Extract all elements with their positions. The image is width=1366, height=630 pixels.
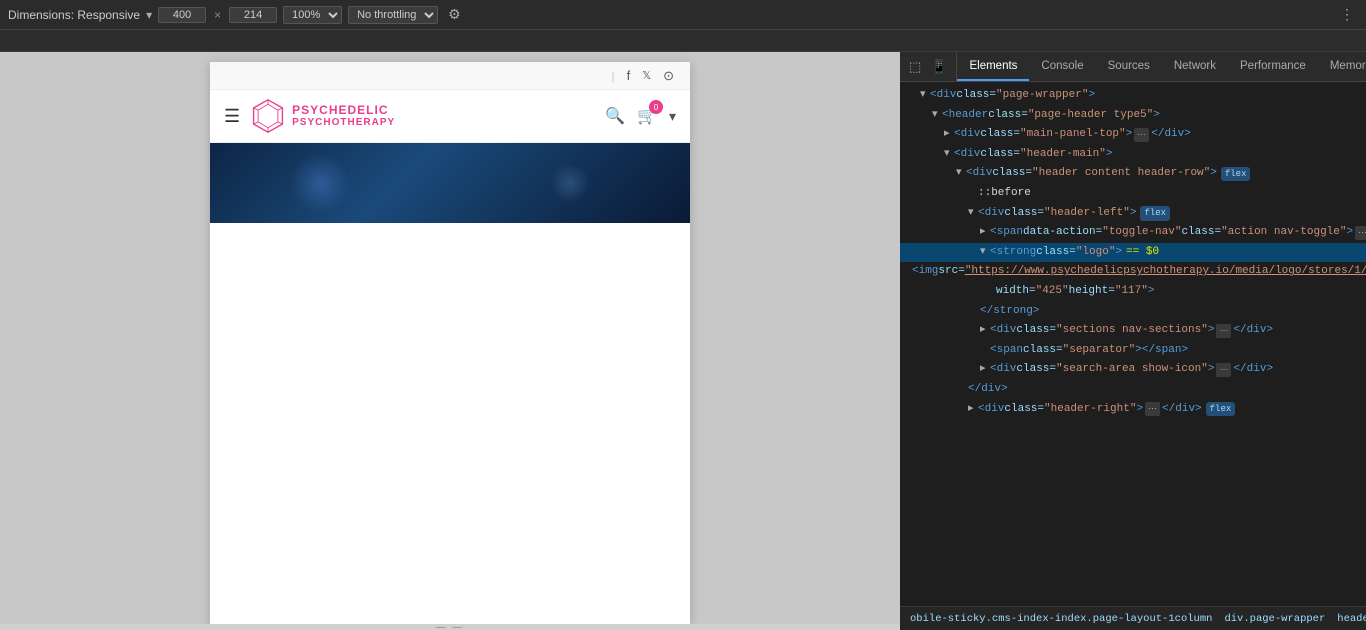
throttle-select[interactable]: No throttling (348, 6, 438, 24)
breadcrumb-item[interactable]: div.page-wrapper (1222, 613, 1327, 625)
chevron-down-icon[interactable]: ▾ (146, 8, 152, 22)
site-header: ☰ P (210, 90, 690, 143)
twitter-icon[interactable]: 𝕏 (642, 69, 651, 82)
dom-line[interactable]: ▸ <div class="search-area show-icon"> ⋯ … (900, 360, 1366, 380)
main-layout: | f 𝕏 ⊙ ☰ (0, 52, 1366, 630)
dom-line[interactable]: </strong> (900, 302, 1366, 322)
dom-line[interactable]: ▸ <div class="sections nav-sections"> ⋯ … (900, 321, 1366, 341)
tab-network[interactable]: Network (1162, 52, 1228, 81)
site-frame: | f 𝕏 ⊙ ☰ (210, 62, 690, 624)
responsive-toolbar: Dimensions: Responsive ▾ × 100% 75% 50% … (0, 0, 1366, 30)
dimension-cross: × (214, 8, 221, 22)
dom-line[interactable]: ▸ <div class="header-right"> ⋯ </div> fl… (900, 400, 1366, 420)
resize-dots: — — (436, 622, 465, 630)
tab-elements[interactable]: Elements (957, 52, 1029, 81)
devtools-panel: ⬚ 📱 Elements Console Sources Network Per… (900, 52, 1366, 630)
separator: | (611, 69, 614, 83)
zoom-select[interactable]: 100% 75% 50% (283, 6, 342, 24)
facebook-icon[interactable]: f (627, 68, 631, 83)
dom-line[interactable]: ▾ <div class="page-wrapper"> (900, 86, 1366, 106)
ruler (0, 30, 1366, 52)
site-topbar: | f 𝕏 ⊙ (210, 62, 690, 90)
logo-icon (250, 98, 286, 134)
tab-performance[interactable]: Performance (1228, 52, 1318, 81)
search-icon[interactable]: 🔍 (605, 106, 625, 126)
site-hero (210, 143, 690, 223)
dom-line[interactable]: <img src="https://www.psychedelicpsychot… (900, 262, 1366, 282)
dom-line[interactable]: ::before (900, 184, 1366, 204)
tab-memory[interactable]: Memory (1318, 52, 1366, 81)
preview-pane: | f 𝕏 ⊙ ☰ (0, 52, 900, 630)
dom-line[interactable]: <span class="separator"></span> (900, 341, 1366, 361)
device-toggle-icon[interactable]: 📱 (928, 57, 950, 77)
height-input[interactable] (229, 7, 277, 23)
dom-line[interactable]: width="425" height="117"> (900, 282, 1366, 302)
breadcrumb-item[interactable]: header.page-header.type5 (1335, 613, 1366, 625)
site-header-icons: 🔍 🛒 0 ▾ (605, 106, 676, 126)
expand-icon[interactable]: ▾ (669, 108, 676, 125)
instagram-icon[interactable]: ⊙ (663, 68, 674, 84)
hamburger-icon[interactable]: ☰ (224, 106, 240, 127)
width-input[interactable] (158, 7, 206, 23)
site-logo-area: PSYCHEDELIC PSYCHOTHERAPY (250, 98, 595, 134)
network-conditions-icon[interactable]: ⚙ (444, 4, 465, 25)
devtools-left-icons: ⬚ 📱 (900, 52, 957, 81)
cart-badge: 0 (649, 100, 663, 114)
dom-breadcrumb: obile-sticky.cms-index-index.page-layout… (900, 606, 1366, 630)
breadcrumb-item[interactable]: obile-sticky.cms-index-index.page-layout… (908, 613, 1214, 625)
site-frame-container: | f 𝕏 ⊙ ☰ (0, 52, 900, 624)
dom-line[interactable]: ▾ <header class="page-header type5"> (900, 106, 1366, 126)
dom-line[interactable]: ▾ <div class="header content header-row"… (900, 164, 1366, 184)
dom-line[interactable]: ▾ <div class="header-main"> (900, 145, 1366, 165)
resize-handle[interactable]: — — (0, 624, 900, 630)
dimensions-label: Dimensions: Responsive (8, 8, 140, 22)
dom-line[interactable]: ▾ <div class="header-left"> flex (900, 204, 1366, 224)
inspect-element-icon[interactable]: ⬚ (906, 57, 924, 77)
devtools-tabs: ⬚ 📱 Elements Console Sources Network Per… (900, 52, 1366, 82)
dom-line[interactable]: ▸ <div class="main-panel-top"> ⋯ </div> (900, 125, 1366, 145)
more-options-icon[interactable]: ⋮ (1336, 4, 1358, 25)
dom-panel[interactable]: ▾ <div class="page-wrapper"> ▾ <header c… (900, 82, 1366, 606)
cart-button[interactable]: 🛒 0 (637, 106, 657, 126)
tab-console[interactable]: Console (1029, 52, 1095, 81)
site-logo-text: PSYCHEDELIC PSYCHOTHERAPY (292, 104, 395, 128)
devtools-main: ▾ <div class="page-wrapper"> ▾ <header c… (900, 82, 1366, 606)
brand-name-line1: PSYCHEDELIC (292, 104, 395, 117)
dom-line-selected[interactable]: ▾ <strong class="logo"> == $0 (900, 243, 1366, 263)
brand-name-line2: PSYCHOTHERAPY (292, 117, 395, 128)
tab-sources[interactable]: Sources (1096, 52, 1162, 81)
dom-line[interactable]: </div> (900, 380, 1366, 400)
dom-line[interactable]: ▸ <span data-action="toggle-nav" class="… (900, 223, 1366, 243)
